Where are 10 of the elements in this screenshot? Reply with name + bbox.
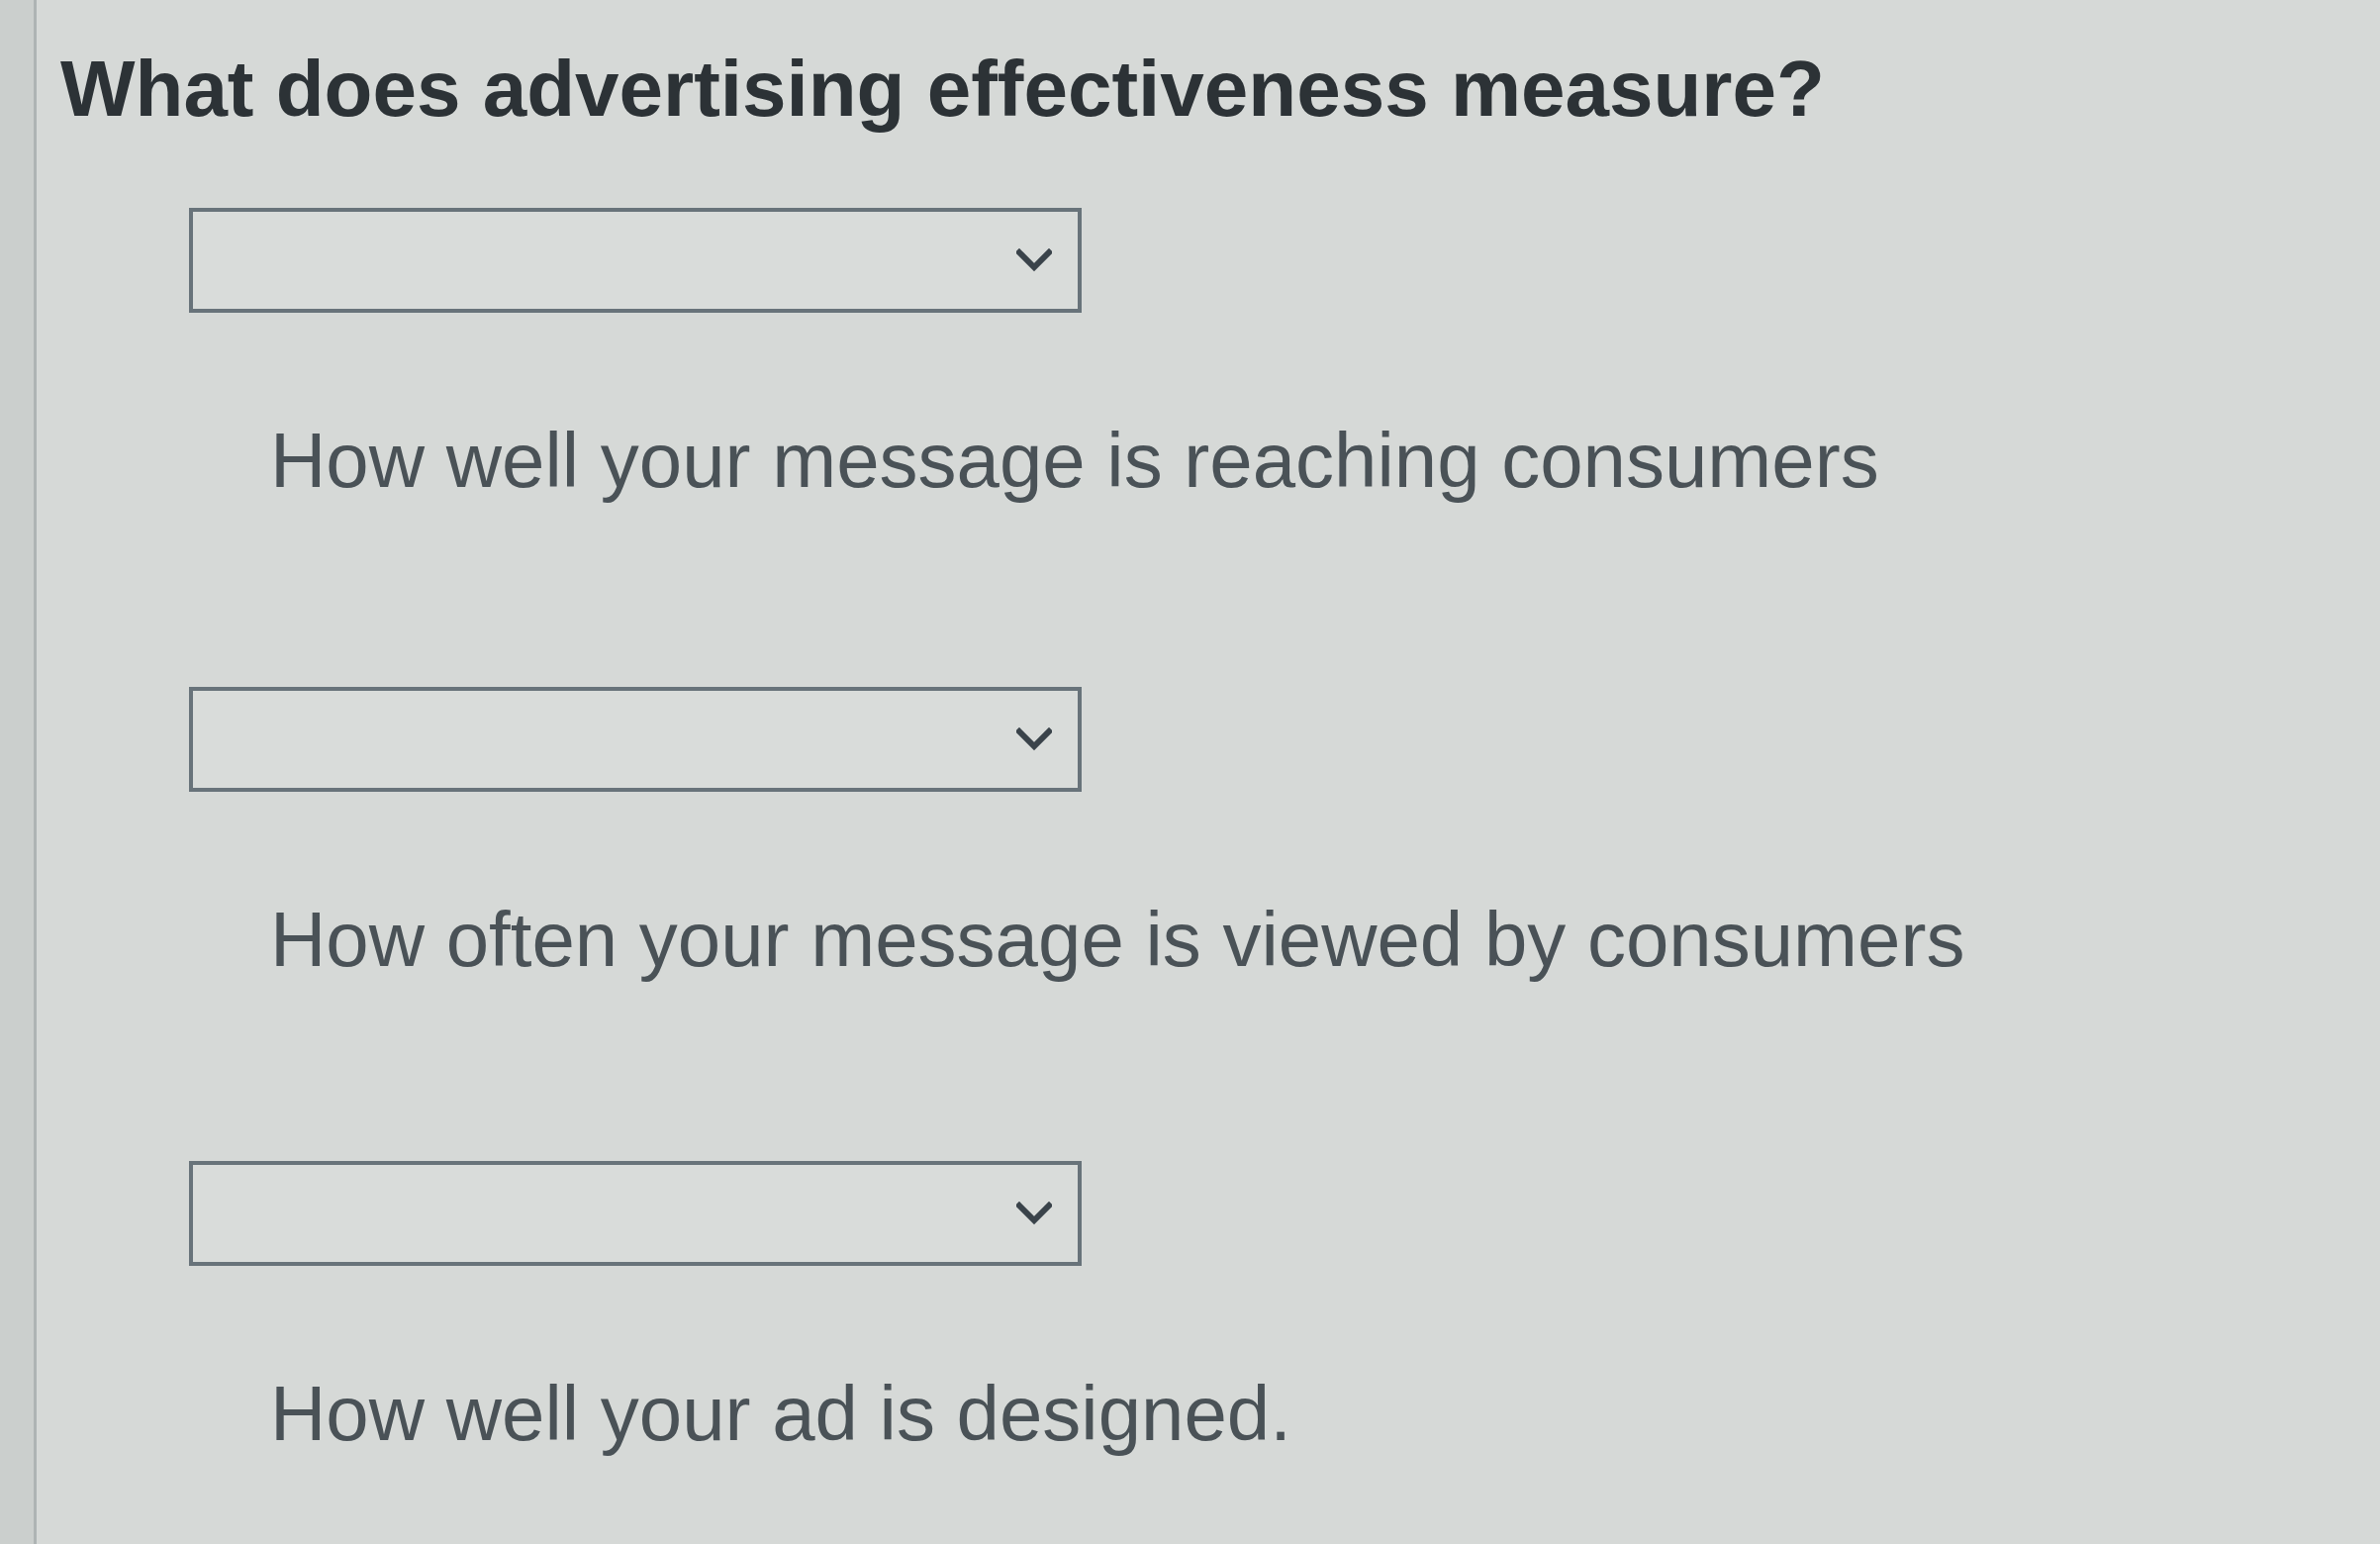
- chevron-down-icon: [1016, 1202, 1052, 1225]
- answer-statement: How well your ad is designed.: [270, 1369, 1291, 1458]
- answer-statement: How often your message is viewed by consumers: [270, 895, 1965, 984]
- answer-dropdown[interactable]: [189, 1161, 1082, 1266]
- answer-dropdown[interactable]: [189, 208, 1082, 313]
- answer-statement: How well your message is reaching consumers: [270, 416, 1879, 505]
- chevron-down-icon: [1016, 248, 1052, 272]
- question-title: What does advertising effectiveness measure?: [60, 44, 1825, 135]
- answer-dropdown[interactable]: [189, 687, 1082, 792]
- chevron-down-icon: [1016, 727, 1052, 751]
